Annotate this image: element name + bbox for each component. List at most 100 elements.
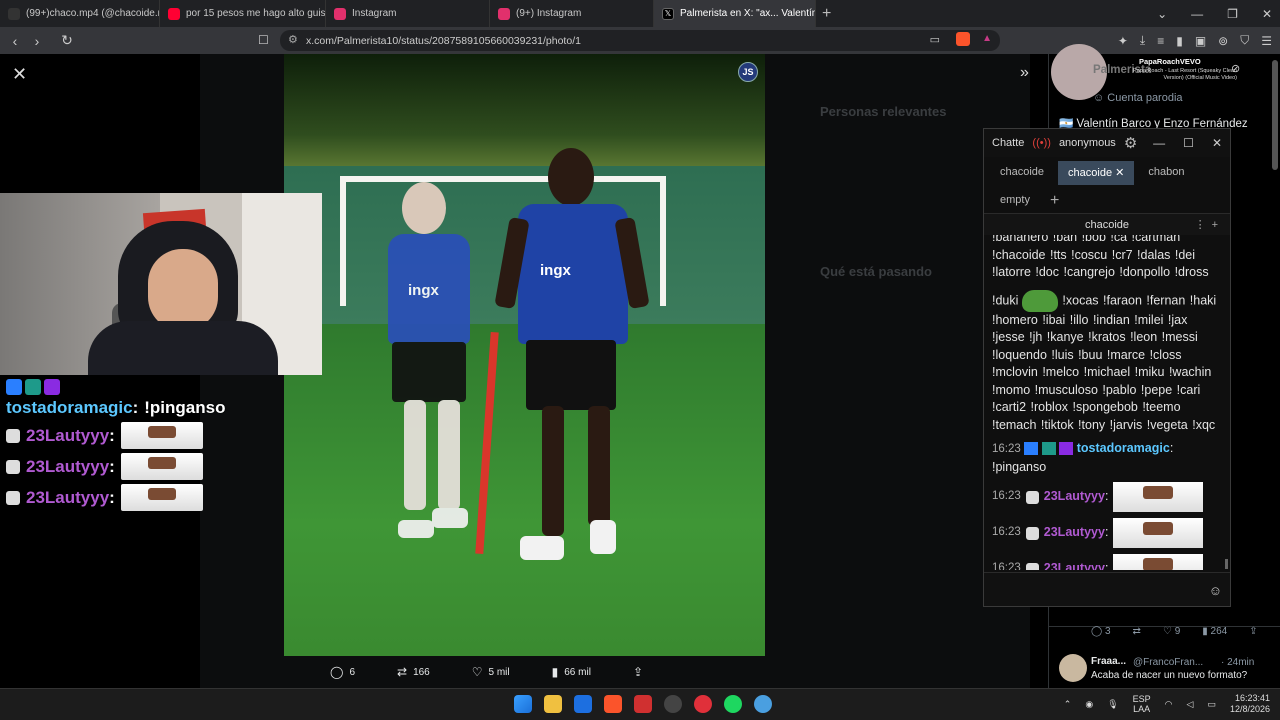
split-tab-selected[interactable]: chacoide ✕ <box>1058 161 1135 185</box>
file-explorer-icon[interactable] <box>544 695 562 713</box>
tab-youtube[interactable]: por 15 pesos me hago alto guiso "Vi... <box>160 0 326 27</box>
chat-app-title: Chatte <box>992 137 1025 149</box>
view-stat[interactable]: ▮ 264 <box>1202 626 1227 637</box>
screen-icon[interactable]: ▭ <box>930 33 940 46</box>
wifi-icon[interactable]: ◠ <box>1165 699 1173 710</box>
reply-name[interactable]: Fraaa... <box>1091 656 1126 667</box>
emote-image <box>1113 518 1204 548</box>
share-stat-icon[interactable]: ⇪ <box>1249 626 1257 637</box>
message-username[interactable]: tostadoramagic <box>1077 441 1170 455</box>
settings-gear-icon[interactable]: ⚙ <box>1124 134 1137 152</box>
player-right: ingx <box>494 148 650 588</box>
wallet-icon[interactable]: ▣ <box>1195 34 1206 48</box>
message-time: 16:23 <box>992 443 1021 455</box>
chat-messages[interactable]: !bananero !ban !bob !ca !cartman !chacoi… <box>984 235 1230 570</box>
close-photo-icon[interactable]: ✕ <box>12 64 27 85</box>
minimize-icon[interactable]: — <box>1153 136 1165 150</box>
views-button[interactable]: ▮ 66 mil <box>552 665 591 679</box>
brave-rewards-icon[interactable]: ▲ <box>982 33 992 44</box>
overlay-message: !pinganso <box>144 398 226 417</box>
battery-icon[interactable]: ▭ <box>1207 699 1216 710</box>
more-icon[interactable]: ⋮ <box>1195 219 1212 231</box>
url-field[interactable]: ⚙ x.com/Palmerista10/status/208758910566… <box>280 30 1000 51</box>
tab-x-active[interactable]: 𝕏 Palmerista en X: "ax... Valentín B... … <box>654 0 816 27</box>
player-boot <box>590 520 616 554</box>
site-info-icon[interactable]: ⚙ <box>288 33 298 46</box>
video-app-icon[interactable] <box>634 695 652 713</box>
add-split-icon[interactable]: + <box>1050 192 1059 210</box>
reply-handle[interactable]: @FrancoFran... <box>1133 657 1203 668</box>
chat-scrollbar[interactable] <box>1225 559 1228 569</box>
chat-titlebar: Chatte ((•)) anonymous ⚙ — ☐ ✕ <box>984 129 1230 157</box>
history-icon[interactable]: ≡ <box>1157 34 1164 48</box>
maximize-icon[interactable]: ☐ <box>1183 136 1194 150</box>
back-icon[interactable]: ‹ <box>4 33 26 49</box>
reload-icon[interactable]: ↻ <box>56 32 78 49</box>
close-icon[interactable]: ✕ <box>1212 136 1222 150</box>
chevron-down-icon[interactable]: ⌄ <box>1157 7 1167 21</box>
share-button[interactable]: ⇪ <box>633 665 643 679</box>
message-user-row: 23Lautyyy: <box>1044 560 1109 570</box>
grok-icon[interactable]: ⊘ <box>1231 62 1240 75</box>
minimize-icon[interactable]: — <box>1191 7 1203 21</box>
menu-icon[interactable]: ☰ <box>1261 34 1272 48</box>
brave-shield-icon[interactable] <box>956 32 970 46</box>
message-username[interactable]: 23Lautyyy <box>1044 561 1105 570</box>
like-button[interactable]: ♡ 5 mil <box>472 665 510 679</box>
sidebar-icon[interactable]: ▮ <box>1176 34 1183 48</box>
repost-icon: ⇄ <box>397 665 408 679</box>
app-icon[interactable] <box>694 695 712 713</box>
restore-icon[interactable]: ❐ <box>1227 7 1238 21</box>
repost-stat-icon[interactable]: ⇄ <box>1133 626 1141 637</box>
channel-name[interactable]: chacoide <box>1085 219 1129 231</box>
obs-icon[interactable] <box>664 695 682 713</box>
split-tab-chacoide[interactable]: chacoide <box>990 161 1054 185</box>
tweet-photo[interactable]: ingx ingx <box>284 54 765 656</box>
extensions-icon[interactable]: ✦ <box>1118 34 1128 48</box>
download-icon[interactable]: ⤓ <box>1140 33 1145 48</box>
like-stat[interactable]: ♡ 9 <box>1163 626 1180 637</box>
forward-icon[interactable]: › <box>26 33 48 49</box>
chatterino-icon[interactable] <box>754 695 772 713</box>
tab-instagram-2[interactable]: (9+) Instagram <box>490 0 654 27</box>
split-tab-empty[interactable]: empty <box>990 189 1040 213</box>
account-name[interactable]: anonymous <box>1059 137 1116 149</box>
tab-tiktok[interactable]: (99+)chaco.mp4 (@chacoide.mp4) | TikTok <box>0 0 160 27</box>
close-window-icon[interactable]: ✕ <box>1262 7 1272 21</box>
tray-chevron-icon[interactable]: ⌃ <box>1064 699 1072 710</box>
page-scrollbar[interactable] <box>1272 60 1278 170</box>
spotify-icon[interactable] <box>724 695 742 713</box>
repost-button[interactable]: ⇄ 166 <box>397 665 430 679</box>
tab-instagram[interactable]: Instagram <box>326 0 490 27</box>
expand-panel-icon[interactable]: » <box>1020 64 1029 82</box>
microphone-icon[interactable]: 🎙 <box>1107 699 1118 710</box>
plus-icon[interactable]: + <box>1212 219 1224 231</box>
message-username[interactable]: 23Lautyyy <box>1044 525 1105 539</box>
extension-icons: ✦ ⤓ ≡ ▮ ▣ ⊚ ⛉ ☰ <box>1118 27 1272 54</box>
reply-avatar[interactable] <box>1059 654 1087 682</box>
brave-icon[interactable] <box>604 695 622 713</box>
bookmark-icon[interactable]: ☐ <box>258 33 269 47</box>
emoji-icon[interactable]: ☺ <box>1209 583 1222 598</box>
reply-stat[interactable]: ◯ 3 <box>1091 626 1111 637</box>
pepe-emote <box>1022 289 1059 312</box>
chat-input[interactable]: ☺ <box>984 572 1230 606</box>
split-tab-chabon[interactable]: chabon <box>1138 161 1194 185</box>
clock[interactable]: 16:23:41 12/8/2026 <box>1230 693 1270 715</box>
emote-image <box>1113 554 1204 570</box>
clock-time: 16:23:41 <box>1234 693 1270 703</box>
tray-app-icon[interactable]: ◉ <box>1085 699 1093 710</box>
vpn-icon[interactable]: ⊚ <box>1218 34 1228 48</box>
volume-icon[interactable]: ◁ <box>1187 699 1194 710</box>
windows-start-icon[interactable] <box>514 695 532 713</box>
message-text: !pinganso <box>992 459 1047 474</box>
message-username[interactable]: 23Lautyyy <box>1044 489 1105 503</box>
language-indicator[interactable]: ESP LAA <box>1133 694 1151 714</box>
new-tab-button[interactable]: + <box>822 5 831 23</box>
emote-image <box>120 484 203 511</box>
shield-icon[interactable]: ⛉ <box>1240 33 1249 48</box>
views-chart-icon: ▮ <box>551 665 559 679</box>
reply-button[interactable]: ◯ 6 <box>330 665 355 679</box>
close-split-icon[interactable]: ✕ <box>1115 167 1124 179</box>
bluesky-icon[interactable] <box>574 695 592 713</box>
